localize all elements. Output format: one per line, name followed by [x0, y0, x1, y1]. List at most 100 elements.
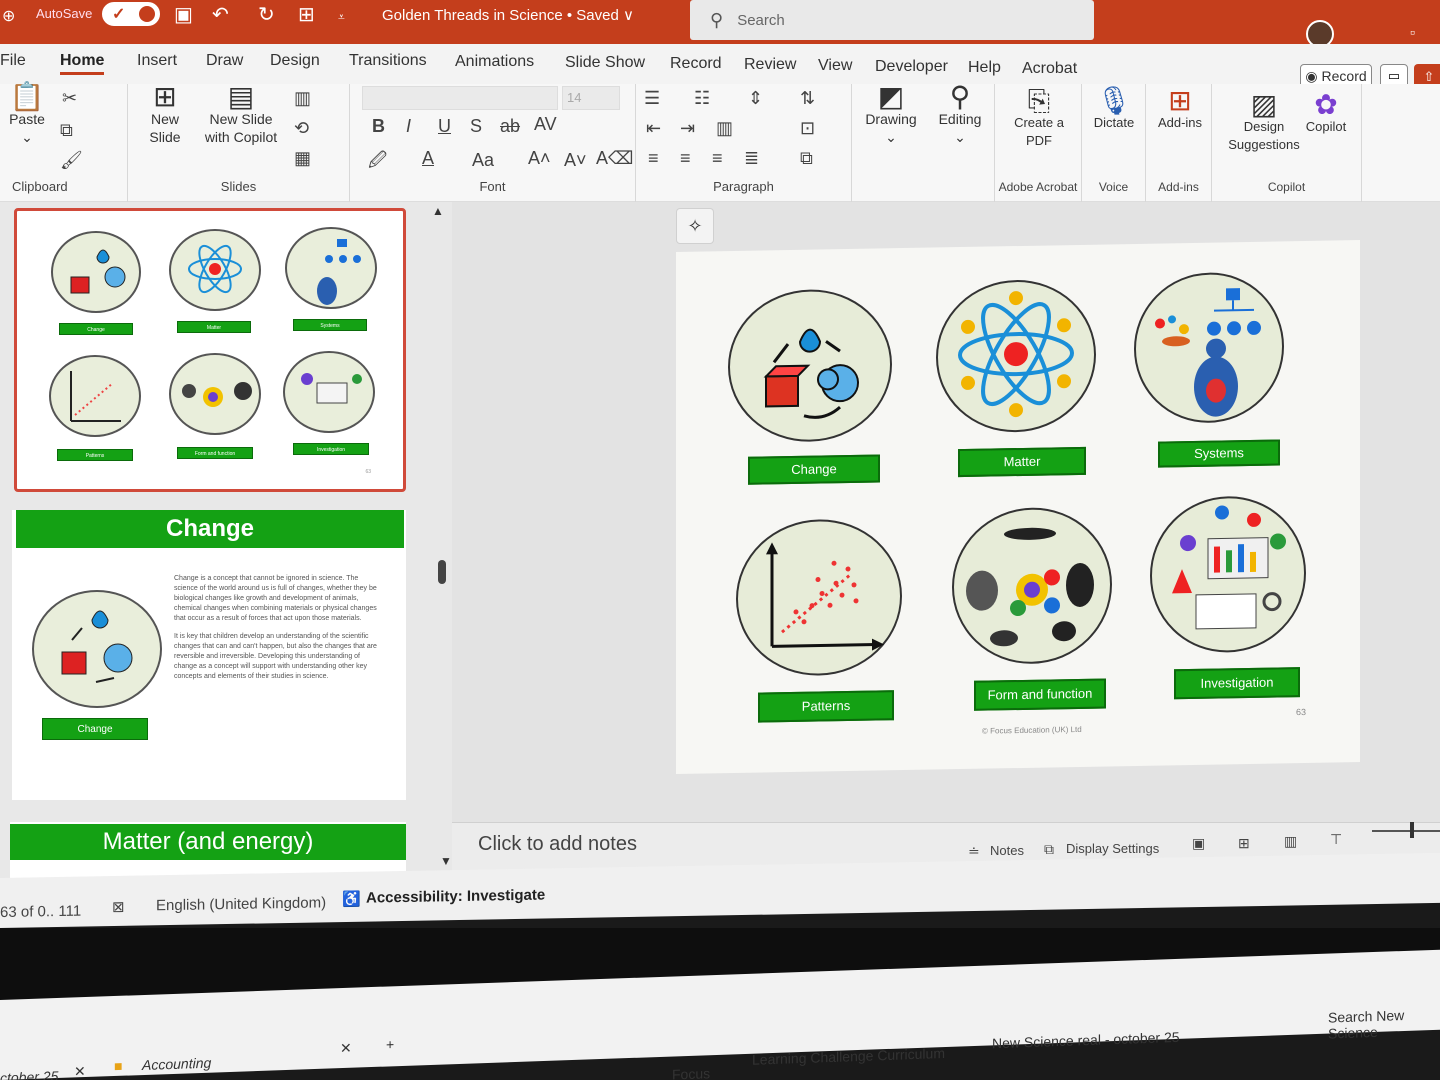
normal-view-icon[interactable]: ▣ — [1192, 835, 1205, 852]
clear-formatting-icon[interactable]: A⌫ — [596, 148, 633, 169]
addins-button[interactable]: ⊞ Add-ins — [1152, 87, 1208, 132]
new-tab-icon[interactable]: + — [386, 1036, 394, 1052]
dictate-button[interactable]: 🎙 Dictate — [1088, 87, 1140, 132]
bold-icon[interactable]: B — [372, 116, 385, 137]
tab-view[interactable]: View — [818, 57, 852, 75]
numbering-icon[interactable]: ☷ — [694, 88, 710, 109]
align-center-icon[interactable]: ≡ — [680, 148, 691, 169]
new-slide-button[interactable]: ⊞ New Slide — [136, 83, 194, 146]
close-tab-icon[interactable]: ✕ — [74, 1063, 86, 1080]
app-icon[interactable]: ⊕ — [2, 6, 15, 26]
create-pdf-button[interactable]: ⎘ Create a PDF — [1001, 87, 1077, 150]
shadow-icon[interactable]: S — [470, 116, 482, 137]
line-spacing-icon[interactable]: ⇕ — [748, 88, 763, 109]
scroll-up-icon[interactable]: ▲ — [432, 204, 444, 218]
slideshow-view-icon[interactable]: ⊤ — [1330, 831, 1342, 848]
design-suggestions-button[interactable]: ▨ Design Suggestions — [1222, 91, 1306, 154]
tab-draw[interactable]: Draw — [206, 52, 243, 70]
shrink-font-icon[interactable]: A˅ — [564, 150, 587, 171]
spacing-icon[interactable]: AV — [534, 114, 557, 135]
align-left-icon[interactable]: ≡ — [648, 148, 659, 169]
present-icon[interactable]: ⊞ — [298, 2, 315, 27]
tab-slide-show[interactable]: Slide Show — [565, 54, 645, 72]
highlight-icon[interactable]: 🖉 — [368, 148, 387, 178]
bullets-icon[interactable]: ☰ — [644, 88, 660, 109]
display-settings-label[interactable]: Display Settings — [1066, 841, 1159, 856]
tab-animations[interactable]: Animations — [455, 53, 534, 71]
thumbnail-scrollbar[interactable] — [428, 202, 452, 878]
smartart-icon[interactable]: ⧉ — [800, 148, 813, 169]
close-tab-icon[interactable]: ✕ — [340, 1040, 352, 1057]
cut-icon[interactable]: ✂ — [62, 88, 77, 109]
zoom-slider-knob[interactable] — [1410, 822, 1414, 838]
accessibility-icon[interactable]: ♿ — [342, 890, 361, 908]
scroll-down-icon[interactable]: ▼ — [440, 854, 452, 868]
tab-design[interactable]: Design — [270, 52, 320, 70]
justify-icon[interactable]: ≣ — [744, 148, 759, 169]
change-case-icon[interactable]: Aa — [472, 150, 494, 171]
drawing-button[interactable]: ◩ Drawing ⌄ — [862, 83, 920, 146]
search-box[interactable]: ⚲ Search — [690, 0, 1094, 40]
language-label[interactable]: English (United Kingdom) — [156, 894, 326, 914]
editing-button[interactable]: ⚲ Editing ⌄ — [932, 83, 988, 146]
tab-insert[interactable]: Insert — [137, 52, 177, 70]
current-slide[interactable]: Change Matter Systems Patterns Form and … — [676, 240, 1360, 774]
tab-acrobat[interactable]: Acrobat — [1022, 60, 1077, 78]
decrease-indent-icon[interactable]: ⇤ — [646, 118, 661, 139]
spellcheck-icon[interactable]: ⊠ — [112, 898, 125, 916]
slide-thumbnail-63[interactable]: Change Matter Systems Patterns Form and … — [14, 208, 406, 492]
slide-thumbnail-change[interactable]: Change Change Change is a concept that c… — [12, 510, 406, 800]
notes-placeholder[interactable]: Click to add notes — [478, 833, 637, 856]
display-settings-icon[interactable]: ⧉ — [1044, 841, 1054, 858]
copy-icon[interactable]: ⧉ — [60, 120, 73, 141]
tab-october[interactable]: ctober 25 — [0, 1068, 58, 1080]
increase-indent-icon[interactable]: ⇥ — [680, 118, 695, 139]
grow-font-icon[interactable]: A˄ — [528, 148, 551, 169]
format-painter-icon[interactable]: 🖌 — [60, 150, 83, 171]
zoom-slider[interactable] — [1372, 830, 1440, 832]
columns-icon[interactable]: ▥ — [716, 118, 733, 139]
tab-help[interactable]: Help — [968, 59, 1001, 77]
accessibility-label[interactable]: Accessibility: Investigate — [366, 886, 545, 906]
autosave-toggle[interactable]: ✓ — [102, 2, 160, 26]
notes-button-label[interactable]: Notes — [990, 843, 1024, 858]
reading-view-icon[interactable]: ▥ — [1284, 833, 1297, 850]
breadcrumb-focus[interactable]: Focus — [672, 1065, 710, 1080]
italic-icon[interactable]: I — [406, 116, 411, 137]
copilot-button[interactable]: ✿ Copilot — [1304, 91, 1348, 136]
text-direction-icon[interactable]: ⇅ — [800, 88, 815, 109]
new-slide-copilot-button[interactable]: ▤ New Slide with Copilot — [196, 83, 286, 146]
align-right-icon[interactable]: ≡ — [712, 148, 723, 169]
tab-transitions[interactable]: Transitions — [349, 52, 427, 70]
strikethrough-icon[interactable]: ab — [500, 116, 520, 137]
slide-sorter-icon[interactable]: ⊞ — [1238, 835, 1250, 852]
document-title[interactable]: Golden Threads in Science • Saved ∨ — [382, 6, 634, 24]
search-new-science[interactable]: Search New Science — [1328, 1006, 1440, 1042]
tab-accounting[interactable]: Accounting — [142, 1055, 211, 1073]
save-icon[interactable]: ▣ — [174, 2, 193, 27]
layout-icon[interactable]: ▥ — [294, 88, 311, 109]
breadcrumb-science[interactable]: New Science real - october 25 — [992, 1029, 1180, 1052]
undo-icon[interactable]: ↶ — [212, 2, 229, 27]
font-color-icon[interactable]: A — [422, 148, 434, 169]
reset-icon[interactable]: ⟲ — [294, 118, 309, 139]
scrollbar-thumb[interactable] — [438, 560, 446, 584]
font-size-field[interactable]: 14 — [562, 86, 620, 110]
tab-file[interactable]: File — [0, 52, 26, 70]
underline-icon[interactable]: U — [438, 116, 451, 137]
tab-record[interactable]: Record — [670, 55, 722, 73]
align-text-icon[interactable]: ⊡ — [800, 118, 815, 139]
tab-developer[interactable]: Developer — [875, 58, 948, 76]
section-icon[interactable]: ▦ — [294, 148, 311, 169]
designer-sparkle-icon[interactable]: ✧ — [676, 208, 714, 244]
tab-home[interactable]: Home — [60, 52, 105, 75]
font-name-field[interactable] — [362, 86, 558, 110]
breadcrumb-learning[interactable]: Learning Challenge Curriculum — [752, 1045, 945, 1068]
tab-review[interactable]: Review — [744, 56, 796, 74]
paste-button[interactable]: 📋 Paste ⌄ — [4, 83, 50, 146]
redo-icon[interactable]: ↻ — [258, 2, 275, 27]
window-control-icon[interactable]: ▫ — [1410, 24, 1415, 40]
customize-qat-icon[interactable]: ⩡ — [338, 10, 345, 25]
notes-icon[interactable]: ≐ — [968, 843, 980, 860]
slide-thumbnails-pane[interactable]: Change Matter Systems Patterns Form and … — [0, 202, 430, 882]
